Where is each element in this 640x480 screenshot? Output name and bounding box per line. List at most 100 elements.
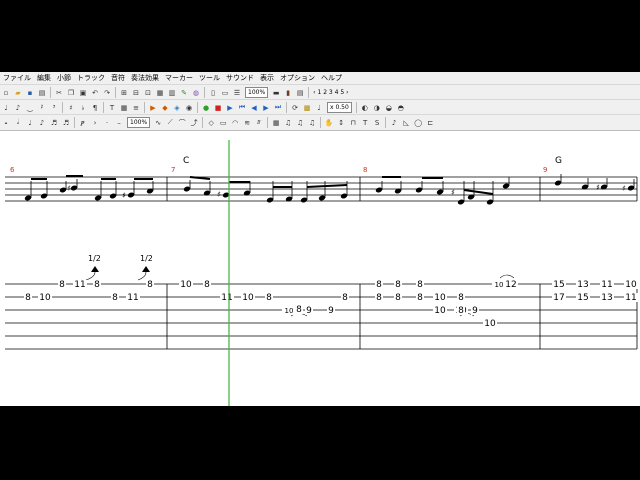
tab-number[interactable]: 8	[25, 293, 31, 303]
stroke-icon[interactable]: ↕	[336, 118, 346, 128]
tab-number[interactable]: 10	[242, 293, 254, 303]
repeat-icon[interactable]: ⊡	[143, 88, 153, 98]
page-view-icon[interactable]: ▯	[208, 88, 218, 98]
tab-number[interactable]: 8	[147, 280, 153, 290]
chord-diagram-icon[interactable]: ▦	[271, 118, 281, 128]
tab-number[interactable]: 10	[434, 293, 446, 303]
tab-number[interactable]: 13	[601, 293, 612, 303]
beam-icon[interactable]: ♫	[295, 118, 305, 128]
lyrics-icon[interactable]: ≡	[131, 103, 141, 113]
bend-icon[interactable]: ⤴	[189, 118, 199, 128]
harmonic-icon[interactable]: ◇	[206, 118, 216, 128]
redo-icon[interactable]: ↷	[102, 88, 112, 98]
menu-effects[interactable]: 奏法効果	[128, 73, 162, 83]
tab-number[interactable]: 8	[395, 280, 401, 290]
half-note-icon[interactable]: 𝅗𝅥	[13, 118, 23, 128]
tremolo-icon[interactable]: ≋	[242, 118, 252, 128]
play-icon[interactable]: ▶	[225, 103, 235, 113]
tab-number[interactable]: 8	[458, 306, 464, 316]
track-icon[interactable]: ▦	[155, 88, 165, 98]
solo-icon[interactable]: ◑	[372, 103, 382, 113]
dynamics-icon[interactable]: 𝆏	[78, 118, 88, 128]
let-ring-icon[interactable]: ◠	[230, 118, 240, 128]
tab-number[interactable]: 9	[306, 306, 312, 316]
loop-icon[interactable]: ◆	[160, 103, 170, 113]
sharp-icon[interactable]: ♯	[66, 103, 76, 113]
tab-number[interactable]: 11	[127, 293, 138, 303]
accent-icon[interactable]: ›	[90, 118, 100, 128]
marker-icon[interactable]: ▶	[148, 103, 158, 113]
tab-number[interactable]: 10	[285, 307, 294, 315]
chord-icon[interactable]: ▦	[119, 103, 129, 113]
copy-icon[interactable]: ❐	[66, 88, 76, 98]
score-area[interactable]: 6 7 8 9 C G 1/2 1/2 ♯ ♯ ♯ ♯ ♯ ♯ 8 10 8 11 8 8 11 8 10…	[0, 132, 640, 406]
text-icon[interactable]: T	[107, 103, 117, 113]
eighth-note-icon[interactable]: ♪	[37, 118, 47, 128]
note-value-icon[interactable]: ♩	[1, 103, 11, 113]
menu-file[interactable]: ファイル	[0, 73, 34, 83]
tenuto-icon[interactable]: –	[114, 118, 124, 128]
paste-icon[interactable]: ▣	[78, 88, 88, 98]
sixteenth-note-icon[interactable]: ♬	[49, 118, 59, 128]
staccato-icon[interactable]: ·	[102, 118, 112, 128]
dotted-note-icon[interactable]: ♪	[13, 103, 23, 113]
tab-number[interactable]: 10	[434, 306, 446, 316]
tab-number[interactable]: 17	[553, 293, 564, 303]
tab-number[interactable]: 12	[505, 280, 516, 290]
tab-number[interactable]: 8	[296, 305, 302, 315]
tab-number[interactable]: 8	[417, 293, 423, 303]
fast-forward-icon[interactable]: ⏭	[273, 103, 283, 113]
open-folder-icon[interactable]: ▰	[13, 88, 23, 98]
loop-toggle-icon[interactable]: ⟳	[290, 103, 300, 113]
speed-trainer-icon[interactable]: ▩	[302, 103, 312, 113]
tab-number[interactable]: 10	[495, 281, 504, 289]
settings-icon[interactable]: ◍	[191, 88, 201, 98]
count-in-icon[interactable]: ◉	[184, 103, 194, 113]
tab-number[interactable]: 8	[266, 293, 272, 303]
delete-bar-icon[interactable]: ⊟	[131, 88, 141, 98]
tab-number[interactable]: 8	[376, 293, 382, 303]
thirty-second-note-icon[interactable]: ♬	[61, 118, 71, 128]
tab-number[interactable]: 8	[376, 280, 382, 290]
tab-number[interactable]: 15	[577, 293, 588, 303]
tab-number[interactable]: 9	[328, 306, 334, 316]
tool-icon[interactable]: ✎	[179, 88, 189, 98]
zoom-select[interactable]: 100%	[245, 87, 269, 98]
stem-icon[interactable]: ♫	[307, 118, 317, 128]
fingering-icon[interactable]: ✋	[324, 118, 334, 128]
menu-sound[interactable]: サウンド	[223, 73, 257, 83]
fretboard-icon[interactable]: ▬	[271, 88, 281, 98]
paragraph-icon[interactable]: ¶	[90, 103, 100, 113]
mute-icon[interactable]: ◒	[384, 103, 394, 113]
tab-number[interactable]: 8	[417, 280, 423, 290]
tab-number[interactable]: 11	[74, 280, 85, 290]
metronome-icon[interactable]: ◈	[172, 103, 182, 113]
multitrack-icon[interactable]: ☰	[232, 88, 242, 98]
tab-number[interactable]: 8	[94, 280, 100, 290]
menu-view[interactable]: 表示	[257, 73, 277, 83]
previous-icon[interactable]: ◀	[249, 103, 259, 113]
menu-note[interactable]: 音符	[108, 73, 128, 83]
stop-icon[interactable]: ■	[213, 103, 223, 113]
mixer-icon[interactable]: ▥	[167, 88, 177, 98]
fade-icon[interactable]: ◺	[401, 118, 411, 128]
cut-icon[interactable]: ✂	[54, 88, 64, 98]
percent-field[interactable]: 100%	[127, 117, 151, 128]
record-icon[interactable]: ●	[201, 103, 211, 113]
tab-number[interactable]: 11	[221, 293, 232, 303]
pan-icon[interactable]: ◓	[396, 103, 406, 113]
tab-number[interactable]: 8	[112, 293, 118, 303]
pickstroke-icon[interactable]: ⊓	[348, 118, 358, 128]
slide-icon[interactable]: ⟋	[165, 118, 175, 128]
tab-number[interactable]: 8	[342, 293, 348, 303]
menu-tools[interactable]: ツール	[196, 73, 223, 83]
undo-icon[interactable]: ↶	[90, 88, 100, 98]
tab-number[interactable]: 10	[484, 319, 496, 329]
whole-note-icon[interactable]: 𝅝	[1, 118, 11, 128]
tab-number[interactable]: 10	[180, 280, 192, 290]
tab-number[interactable]: 8	[204, 280, 210, 290]
menu-edit[interactable]: 編集	[34, 73, 54, 83]
quarter-note-icon[interactable]: ♩	[25, 118, 35, 128]
menu-bar-measure[interactable]: 小節	[54, 73, 74, 83]
tab-number[interactable]: 9	[472, 306, 478, 316]
